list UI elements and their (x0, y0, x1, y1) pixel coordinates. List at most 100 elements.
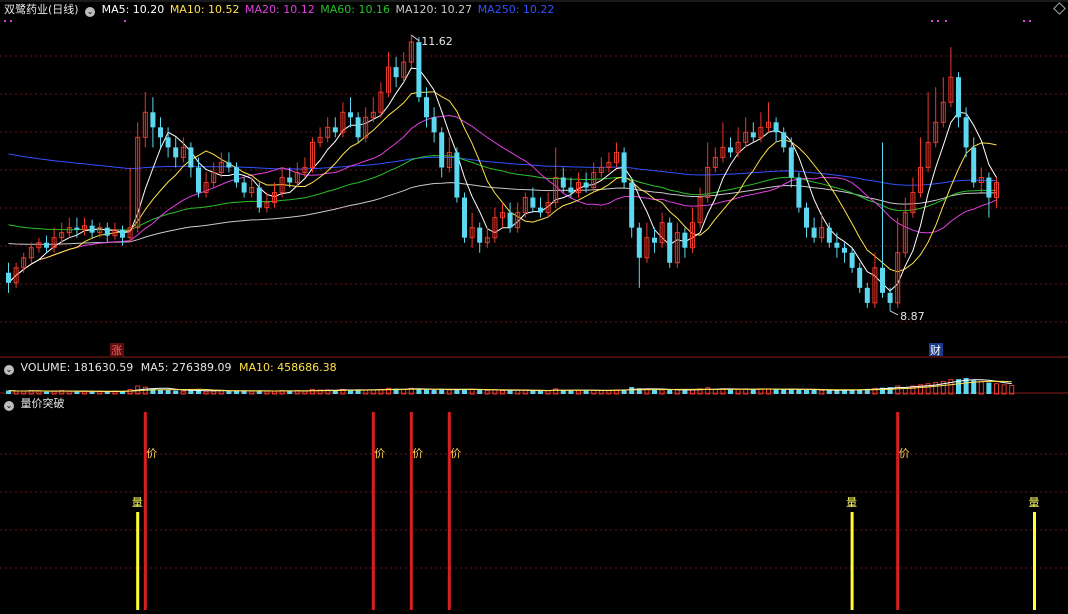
candle (720, 122, 726, 163)
candle (408, 35, 414, 68)
candle-body (804, 207, 809, 228)
candle (948, 47, 954, 108)
candle-body (424, 97, 429, 118)
candle-body (507, 212, 513, 228)
candle (348, 97, 353, 128)
candle-body (393, 67, 399, 78)
candle (28, 242, 34, 263)
volume-breakout-label: 量 (132, 496, 143, 509)
candle-body (750, 132, 756, 138)
candle (667, 217, 673, 268)
candle (864, 282, 870, 308)
candle-body (462, 197, 467, 238)
high-price-label: 11.62 (421, 35, 453, 48)
candle (226, 152, 232, 173)
candle (13, 262, 19, 288)
candle-body (811, 227, 817, 238)
stock-chart[interactable]: 11.628.87涨财价价价价价价价量量量量 (0, 0, 1068, 614)
candle-body (667, 222, 673, 263)
volume-bar (44, 391, 49, 394)
candle-body (89, 225, 95, 233)
candle-body (864, 287, 870, 303)
candle-body (773, 122, 779, 133)
candle (6, 262, 11, 293)
candle-body (256, 187, 262, 208)
volume-bar (568, 390, 574, 394)
volume-breakout-bar (1033, 512, 1036, 610)
candle (21, 252, 27, 273)
candle-body (842, 247, 847, 253)
candle-body (636, 227, 642, 258)
top-marker (945, 20, 947, 22)
volume-breakout-label: 量 (1029, 496, 1040, 509)
candle (82, 217, 87, 236)
candle (180, 137, 186, 163)
candle (750, 122, 756, 143)
top-marker (10, 20, 12, 22)
candle-body (781, 132, 787, 148)
candle (583, 172, 589, 193)
candle (355, 112, 361, 143)
volume-bar (424, 389, 429, 394)
candle (598, 157, 604, 178)
candle (36, 237, 42, 253)
volume-bar (750, 389, 756, 394)
candle (872, 252, 878, 308)
candle (188, 142, 194, 178)
candle-body (971, 147, 977, 183)
volume-bar (74, 391, 80, 394)
volume-bar (986, 382, 992, 394)
candle (629, 177, 635, 238)
candle-body (44, 242, 49, 248)
candle (728, 137, 733, 158)
volume-bar (629, 387, 635, 394)
price-breakout-label: 价 (374, 447, 385, 460)
price-breakout-bar (143, 412, 147, 610)
candle (849, 247, 855, 273)
candle (317, 127, 323, 148)
candle (150, 97, 156, 148)
volume-bar (431, 390, 437, 394)
candle (560, 167, 566, 193)
candle-body (857, 267, 863, 288)
volume-breakout-bar (136, 512, 140, 610)
candle-body (196, 167, 201, 193)
candle-body (956, 77, 961, 118)
candle-body (963, 117, 969, 148)
candle (104, 222, 110, 243)
volume-bar (226, 391, 232, 394)
candle (234, 162, 239, 188)
candle (606, 152, 612, 173)
ma10-line (8, 91, 997, 284)
volume-breakout-label: 量 (846, 496, 857, 509)
candle-body (834, 242, 840, 248)
candle-body (560, 177, 566, 188)
candle (834, 232, 840, 258)
candle (895, 217, 901, 308)
candle-body (158, 127, 163, 138)
candle-body (568, 187, 574, 193)
ma5-line (8, 67, 997, 292)
volume-bar (796, 389, 802, 394)
candle (66, 217, 72, 238)
high-pointer (410, 34, 420, 42)
candle (120, 225, 125, 246)
finance-tag: 财 (929, 343, 943, 357)
candle-body (629, 182, 635, 228)
price-breakout-bar (447, 412, 451, 610)
candle (51, 227, 57, 253)
candle (378, 82, 384, 118)
top-marker (937, 20, 939, 22)
volume-bar (728, 389, 733, 394)
candle (910, 177, 916, 218)
volume-bar (804, 390, 809, 394)
volume-bar (583, 390, 589, 394)
volume-bar (507, 390, 513, 394)
candle (986, 172, 992, 218)
candle-body (173, 147, 179, 158)
price-breakout-label: 价 (450, 447, 461, 460)
candle (492, 207, 498, 243)
candle-body (652, 237, 657, 243)
volume-bar (173, 390, 179, 394)
candle (158, 117, 163, 148)
